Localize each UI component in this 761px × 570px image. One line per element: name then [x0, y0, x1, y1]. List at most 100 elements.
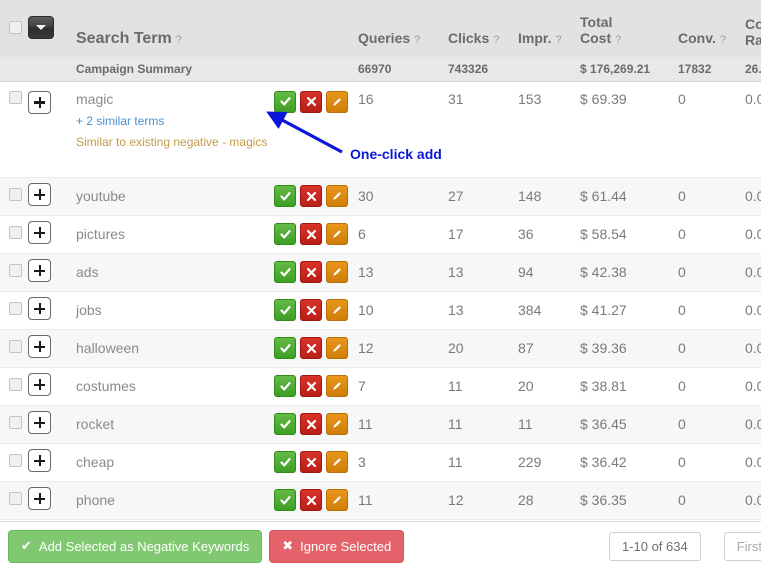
- column-header-conversion-rate[interactable]: Co Ra: [745, 0, 761, 57]
- help-icon-search-term[interactable]: ?: [176, 34, 182, 46]
- cell-queries: 6: [358, 215, 448, 254]
- column-header-clicks[interactable]: Clicks?: [448, 0, 518, 57]
- reject-ignore-button[interactable]: [300, 375, 322, 397]
- edit-term-button[interactable]: [326, 299, 348, 321]
- row-select-checkbox[interactable]: [9, 226, 22, 239]
- approve-add-negative-button[interactable]: [274, 375, 296, 397]
- select-all-checkbox[interactable]: [9, 20, 22, 34]
- row-actions-cell: [274, 329, 358, 368]
- edit-term-button[interactable]: [326, 489, 348, 511]
- column-header-total-cost[interactable]: Total Cost?: [580, 0, 678, 57]
- row-select-checkbox[interactable]: [9, 264, 22, 277]
- reject-ignore-button[interactable]: [300, 451, 322, 473]
- reject-ignore-button[interactable]: [300, 489, 322, 511]
- table-row[interactable]: phone 11 12 28 $ 36.35 0 0.0: [0, 481, 761, 520]
- row-expand-cell: [28, 481, 72, 520]
- row-select-checkbox[interactable]: [9, 188, 22, 201]
- reject-ignore-button[interactable]: [300, 413, 322, 435]
- row-select-checkbox[interactable]: [9, 378, 22, 391]
- add-selected-as-negative-keywords-button[interactable]: ✔ Add Selected as Negative Keywords: [8, 529, 263, 563]
- help-icon-conversions[interactable]: ?: [720, 34, 726, 46]
- cell-queries: 10: [358, 291, 448, 330]
- approve-add-negative-button[interactable]: [274, 337, 296, 359]
- reject-ignore-button[interactable]: [300, 261, 322, 283]
- column-header-conversions[interactable]: Conv.?: [678, 0, 745, 57]
- reject-ignore-button[interactable]: [300, 90, 322, 113]
- summary-impressions: [518, 57, 580, 82]
- row-select-checkbox[interactable]: [9, 340, 22, 353]
- cell-conversions: 0: [678, 215, 745, 254]
- row-actions-cell: [274, 443, 358, 482]
- table-row[interactable]: ads 13 13 94 $ 42.38 0 0.0: [0, 253, 761, 292]
- expand-row-button[interactable]: [28, 183, 51, 206]
- edit-term-button[interactable]: [326, 261, 348, 283]
- similar-terms-link[interactable]: + 2 similar terms: [72, 114, 274, 128]
- column-options-dropdown-button[interactable]: [28, 15, 54, 39]
- header-menu-cell: [28, 0, 72, 57]
- cell-clicks: 11: [448, 443, 518, 482]
- table-row[interactable]: jobs 10 13 384 $ 41.27 0 0.0: [0, 291, 761, 330]
- expand-row-button[interactable]: [28, 449, 51, 472]
- cell-conversion-rate: 0.0: [745, 405, 761, 444]
- table-row[interactable]: halloween 12 20 87 $ 39.36 0 0.0: [0, 329, 761, 368]
- cell-conversion-rate: 0.0: [745, 253, 761, 292]
- edit-term-button[interactable]: [326, 223, 348, 245]
- edit-term-button[interactable]: [326, 185, 348, 207]
- expand-row-button[interactable]: [28, 297, 51, 320]
- search-term-label: ads: [76, 264, 99, 280]
- approve-add-negative-button[interactable]: [274, 451, 296, 473]
- approve-add-negative-button[interactable]: [274, 489, 296, 511]
- edit-term-button[interactable]: [326, 451, 348, 473]
- row-select-checkbox[interactable]: [9, 416, 22, 429]
- approve-add-negative-button[interactable]: [274, 90, 296, 113]
- row-select-checkbox[interactable]: [9, 492, 22, 505]
- edit-term-button[interactable]: [326, 375, 348, 397]
- help-icon-impressions[interactable]: ?: [555, 34, 561, 46]
- approve-add-negative-button[interactable]: [274, 185, 296, 207]
- cell-conversion-rate: 0.0: [745, 367, 761, 406]
- edit-term-button[interactable]: [326, 413, 348, 435]
- expand-row-button[interactable]: [28, 335, 51, 358]
- column-header-queries[interactable]: Queries?: [358, 0, 448, 57]
- column-header-impressions[interactable]: Impr.?: [518, 0, 580, 57]
- cell-impressions: 384: [518, 291, 580, 330]
- row-select-checkbox[interactable]: [9, 90, 22, 104]
- pagination-first-button[interactable]: First: [723, 531, 761, 561]
- approve-add-negative-button[interactable]: [274, 223, 296, 245]
- expand-row-button[interactable]: [28, 90, 51, 114]
- table-row[interactable]: magic + 2 similar terms Similar to existin…: [0, 81, 761, 178]
- table-row[interactable]: costumes 7 11 20 $ 38.81 0 0.0: [0, 367, 761, 406]
- help-icon-total-cost[interactable]: ?: [615, 34, 621, 46]
- expand-row-button[interactable]: [28, 221, 51, 244]
- row-select-checkbox[interactable]: [9, 454, 22, 467]
- row-select-checkbox[interactable]: [9, 302, 22, 315]
- table-row[interactable]: cheap 3 11 229 $ 36.42 0 0.0: [0, 443, 761, 482]
- expand-row-button[interactable]: [28, 259, 51, 282]
- cell-queries: 12: [358, 329, 448, 368]
- table-row[interactable]: rocket 11 11 11 $ 36.45 0 0.0: [0, 405, 761, 444]
- help-icon-queries[interactable]: ?: [414, 34, 420, 46]
- approve-add-negative-button[interactable]: [274, 261, 296, 283]
- help-icon-clicks[interactable]: ?: [493, 34, 499, 46]
- edit-term-button[interactable]: [326, 337, 348, 359]
- approve-add-negative-button[interactable]: [274, 413, 296, 435]
- cell-total-cost: $ 36.42: [580, 443, 678, 482]
- edit-term-button[interactable]: [326, 90, 348, 113]
- ignore-selected-label: Ignore Selected: [300, 538, 392, 554]
- summary-total-cost: $ 176,269.21: [580, 57, 678, 82]
- expand-row-button[interactable]: [28, 487, 51, 510]
- reject-ignore-button[interactable]: [300, 223, 322, 245]
- cell-conversions: 0: [678, 253, 745, 292]
- column-header-search-term[interactable]: Search Term?: [72, 0, 274, 57]
- ignore-selected-button[interactable]: ✖ Ignore Selected: [269, 529, 405, 563]
- reject-ignore-button[interactable]: [300, 185, 322, 207]
- reject-ignore-button[interactable]: [300, 337, 322, 359]
- search-term-label: pictures: [76, 226, 126, 242]
- reject-ignore-button[interactable]: [300, 299, 322, 321]
- table-row[interactable]: pictures 6 17 36 $ 58.54 0 0.0: [0, 215, 761, 254]
- cell-conversions: 0: [678, 443, 745, 482]
- table-row[interactable]: youtube 30 27 148 $ 61.44 0 0.0: [0, 177, 761, 216]
- expand-row-button[interactable]: [28, 373, 51, 396]
- approve-add-negative-button[interactable]: [274, 299, 296, 321]
- expand-row-button[interactable]: [28, 411, 51, 434]
